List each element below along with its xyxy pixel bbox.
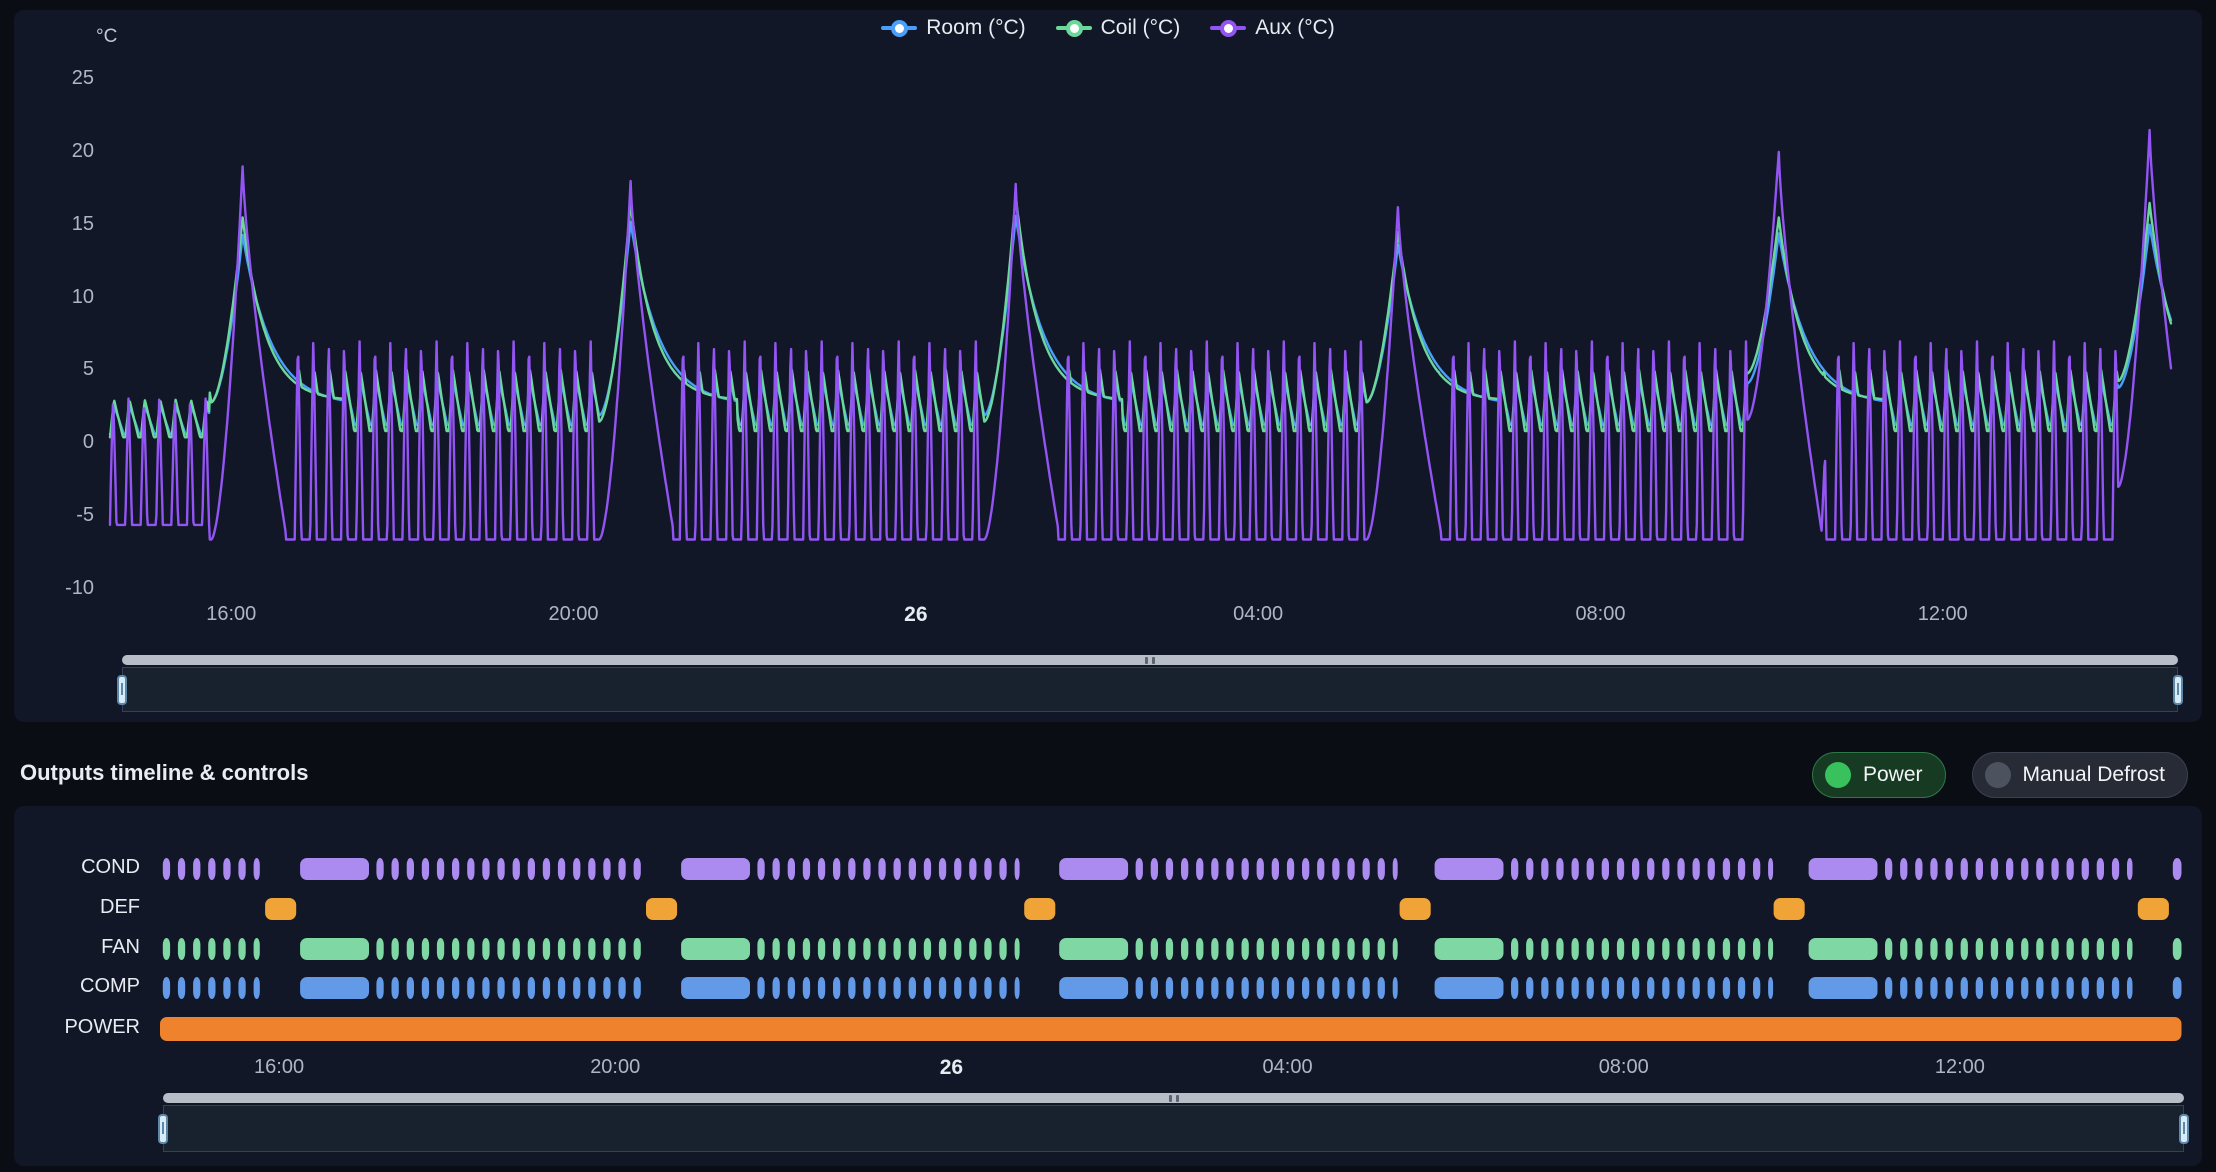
legend-label: Aux (°C) [1255, 16, 1335, 40]
temperature-chart-plot[interactable] [110, 40, 2171, 609]
y-axis-tick-label: 15 [28, 213, 94, 236]
y-axis-tick-label: 25 [28, 67, 94, 90]
chart-x-tick-label: 12:00 [1883, 603, 2003, 626]
power-toggle-label: Power [1863, 763, 1923, 787]
y-axis-tick-label: 20 [28, 140, 94, 163]
timeline-zoom-grip-icon[interactable] [1169, 1095, 1179, 1102]
manual-defrost-toggle[interactable]: Manual Defrost [1972, 752, 2188, 798]
timeline-x-tick-label: 04:00 [1228, 1056, 1348, 1079]
y-axis-tick-label: 5 [28, 358, 94, 381]
timeline-row-label-power: POWER [0, 1016, 140, 1039]
y-axis-tick-label: -5 [28, 504, 94, 527]
legend-label: Room (°C) [926, 16, 1025, 40]
y-axis-tick-label: 10 [28, 286, 94, 309]
chart-zoom-grip-icon[interactable] [1145, 657, 1155, 664]
legend-item-room[interactable]: Room (°C) [881, 16, 1025, 40]
timeline-row-label-fan: FAN [0, 936, 140, 959]
timeline-zoom-right-handle[interactable] [2179, 1114, 2189, 1144]
timeline-x-tick-label: 12:00 [1900, 1056, 2020, 1079]
y-axis-tick-label: -10 [28, 577, 94, 600]
chart-legend: Room (°C) Coil (°C) Aux (°C) [0, 16, 2216, 40]
chart-x-tick-label: 26 [856, 603, 976, 627]
timeline-row-label-def: DEF [0, 896, 140, 919]
outputs-controls: Power Manual Defrost [1812, 752, 2188, 798]
y-axis-tick-label: 0 [28, 431, 94, 454]
legend-label: Coil (°C) [1101, 16, 1181, 40]
manual-defrost-toggle-label: Manual Defrost [2023, 763, 2165, 787]
outputs-section-title: Outputs timeline & controls [20, 760, 308, 786]
chart-zoom-left-handle[interactable] [117, 675, 127, 705]
legend-item-coil[interactable]: Coil (°C) [1056, 16, 1181, 40]
chart-x-tick-label: 08:00 [1540, 603, 1660, 626]
timeline-x-tick-label: 20:00 [555, 1056, 675, 1079]
refrigeration-dashboard: °C Room (°C)Coil (°C)Aux (°C) 2520151050… [0, 0, 2216, 1172]
timeline-zoom-minimap[interactable] [163, 1105, 2184, 1152]
chart-zoom-minimap[interactable] [122, 667, 2178, 712]
legend-marker-icon [1056, 20, 1092, 36]
chart-x-tick-label: 04:00 [1198, 603, 1318, 626]
timeline-x-tick-label: 16:00 [219, 1056, 339, 1079]
timeline-x-tick-label: 26 [891, 1056, 1011, 1080]
power-toggle-dot-icon [1825, 762, 1851, 788]
timeline-row-label-comp: COMP [0, 975, 140, 998]
legend-item-aux[interactable]: Aux (°C) [1210, 16, 1335, 40]
chart-x-tick-label: 20:00 [514, 603, 634, 626]
chart-x-tick-label: 16:00 [171, 603, 291, 626]
timeline-x-tick-label: 08:00 [1564, 1056, 1684, 1079]
legend-marker-icon [1210, 20, 1246, 36]
manual-defrost-toggle-dot-icon [1985, 762, 2011, 788]
legend-marker-icon [881, 20, 917, 36]
chart-zoom-right-handle[interactable] [2173, 675, 2183, 705]
timeline-zoom-left-handle[interactable] [158, 1114, 168, 1144]
timeline-row-label-cond: COND [0, 856, 140, 879]
power-toggle[interactable]: Power [1812, 752, 1946, 798]
